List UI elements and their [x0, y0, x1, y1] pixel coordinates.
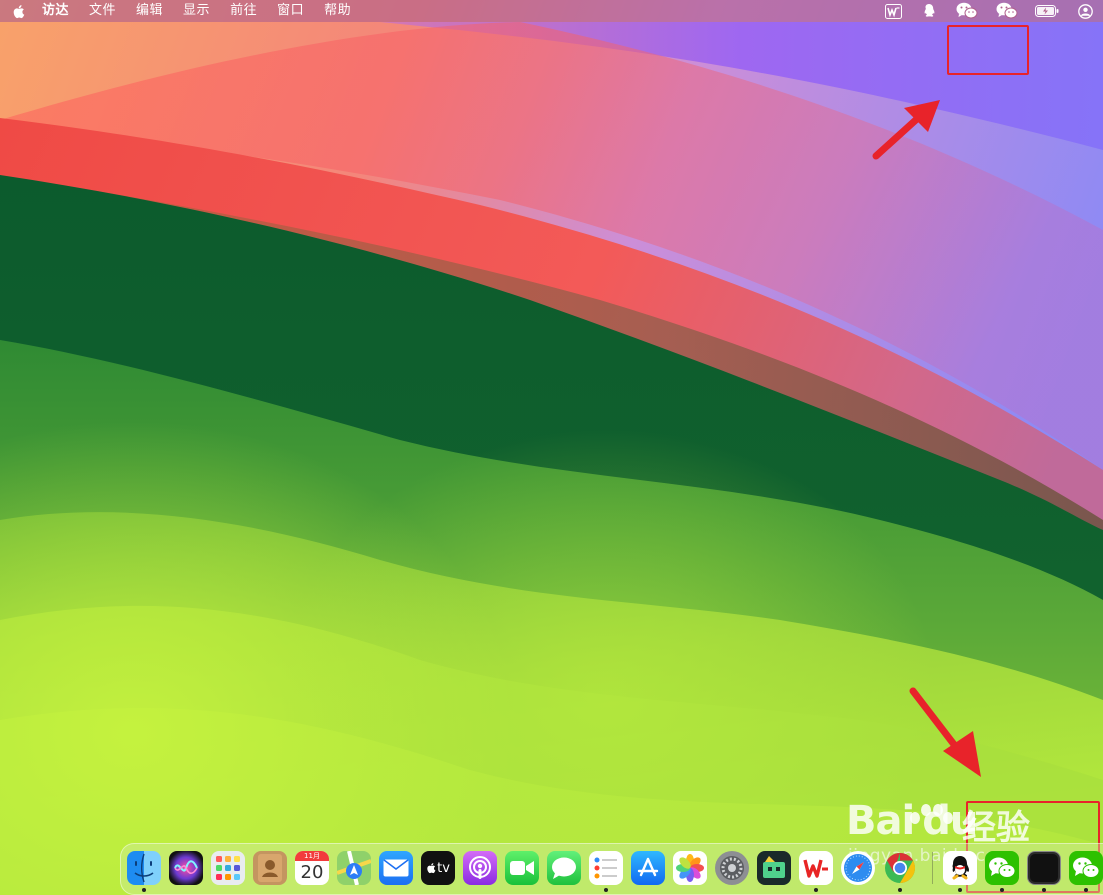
wps-office-icon[interactable] — [875, 0, 911, 22]
user-account-icon[interactable] — [1067, 0, 1103, 22]
annotation-arrow-down — [909, 687, 981, 777]
dock-launchpad-icon[interactable] — [211, 851, 245, 885]
menu-file[interactable]: 文件 — [79, 0, 126, 22]
apple-logo-icon[interactable] — [10, 3, 26, 19]
appletv-label: tv — [437, 860, 450, 876]
dock-siri-icon[interactable] — [169, 851, 203, 885]
dock-reminders-icon[interactable] — [589, 851, 623, 885]
menu-go[interactable]: 前往 — [220, 0, 267, 22]
qq-tray-icon[interactable] — [911, 0, 947, 22]
dock-running-dot — [604, 888, 608, 892]
dock-appstore-icon[interactable] — [631, 851, 665, 885]
dock-wechat-2-icon[interactable] — [1069, 851, 1103, 885]
calendar-month: 11月 — [295, 851, 329, 861]
baidu-watermark-logo: Baidu — [846, 798, 978, 844]
dock-safari-icon[interactable] — [841, 851, 875, 885]
annotation-box-tray — [947, 25, 1029, 75]
menu-app-name[interactable]: 访达 — [32, 0, 79, 22]
dock-qq-icon[interactable] — [943, 851, 977, 885]
dock-wechat-icon[interactable] — [985, 851, 1019, 885]
annotation-arrow-up — [872, 100, 940, 160]
dock-running-dot — [958, 888, 962, 892]
dock-calendar-icon[interactable]: 11月 20 — [295, 851, 329, 885]
dock-running-dot — [142, 888, 146, 892]
dock-separator — [932, 852, 933, 884]
dock-podcasts-icon[interactable] — [463, 851, 497, 885]
dock-maps-icon[interactable] — [337, 851, 371, 885]
dock-nova-app-icon[interactable] — [757, 851, 791, 885]
menu-edit[interactable]: 编辑 — [126, 0, 173, 22]
dock-system-settings-icon[interactable] — [715, 851, 749, 885]
dock-appletv-icon[interactable]: tv — [421, 851, 455, 885]
dock-terminal-icon[interactable] — [1027, 851, 1061, 885]
menu-view[interactable]: 显示 — [173, 0, 220, 22]
menu-help[interactable]: 帮助 — [314, 0, 361, 22]
dock-running-dot — [1042, 888, 1046, 892]
dock-facetime-icon[interactable] — [505, 851, 539, 885]
calendar-day: 20 — [300, 862, 324, 883]
dock-running-dot — [898, 888, 902, 892]
dock-contacts-icon[interactable] — [253, 851, 287, 885]
dock-running-dot — [1000, 888, 1004, 892]
dock-wps-office-icon[interactable] — [799, 851, 833, 885]
dock-running-dot — [814, 888, 818, 892]
dock-chrome-icon[interactable] — [883, 851, 917, 885]
wechat-tray-icon-1[interactable] — [947, 0, 987, 22]
menu-bar: 访达 文件 编辑 显示 前往 窗口 帮助 — [0, 0, 1103, 22]
battery-icon[interactable] — [1027, 0, 1067, 22]
dock-mail-icon[interactable] — [379, 851, 413, 885]
dock-running-dot — [1084, 888, 1088, 892]
menu-window[interactable]: 窗口 — [267, 0, 314, 22]
dock-finder-icon[interactable] — [127, 851, 161, 885]
baidu-watermark-product: 经验 — [962, 808, 1030, 848]
dock-photos-icon[interactable] — [673, 851, 707, 885]
dock-messages-icon[interactable] — [547, 851, 581, 885]
wechat-tray-icon-2[interactable] — [987, 0, 1027, 22]
